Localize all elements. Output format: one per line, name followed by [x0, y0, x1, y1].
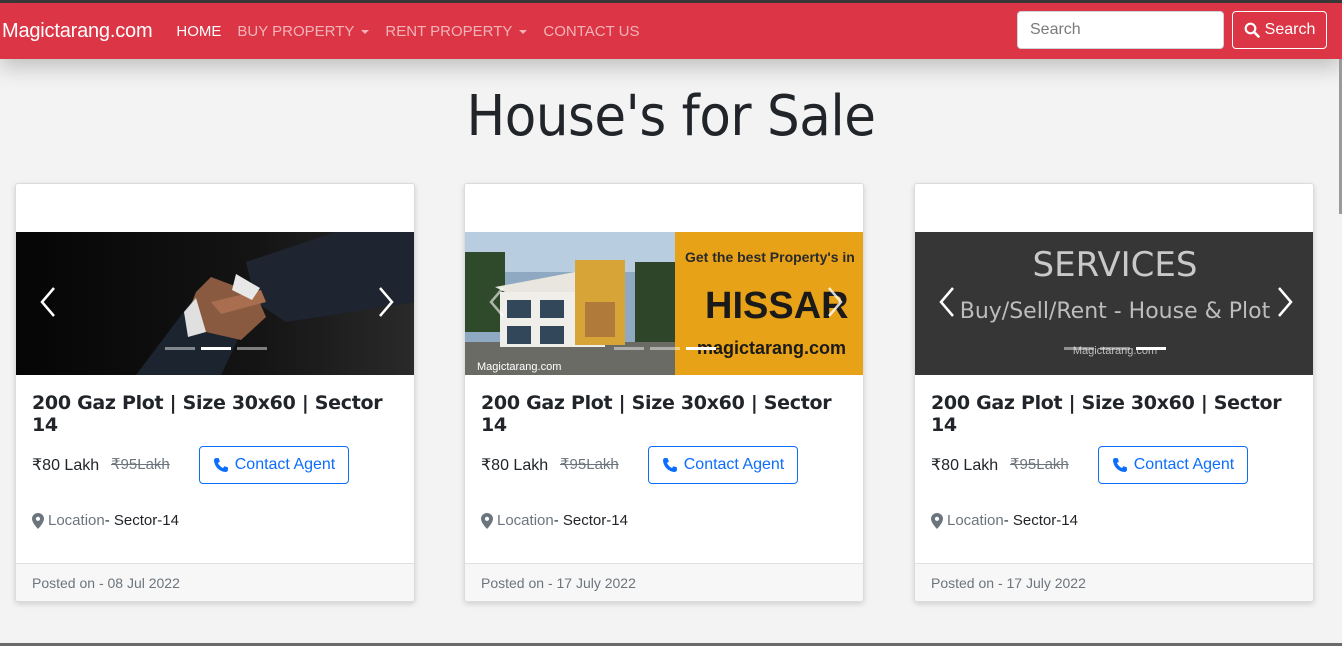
- navbar: Magictarang.com HOME BUY PROPERTY RENT P…: [0, 3, 1342, 59]
- location-label: Location: [48, 512, 105, 529]
- price: ₹80 Lakh: [481, 457, 549, 474]
- posted-date: Posted on - 08 Jul 2022: [16, 563, 414, 601]
- property-card: 200 Gaz Plot | Size 30x60 | Sector 14 ₹8…: [15, 183, 415, 602]
- property-card: SERVICES Buy/Sell/Rent - House & Plot Ma…: [914, 183, 1314, 602]
- carousel-indicators: [915, 347, 1313, 350]
- handshake-image: [16, 232, 414, 375]
- services-banner-image: SERVICES Buy/Sell/Rent - House & Plot Ma…: [915, 232, 1313, 375]
- nav-buy-property[interactable]: BUY PROPERTY: [237, 22, 370, 40]
- carousel-indicator[interactable]: [237, 347, 267, 350]
- price: ₹80 Lakh: [931, 457, 999, 474]
- caret-down-icon: [519, 29, 528, 34]
- property-title[interactable]: 200 Gaz Plot | Size 30x60 | Sector 14: [931, 392, 1313, 436]
- property-title[interactable]: 200 Gaz Plot | Size 30x60 | Sector 14: [481, 392, 863, 436]
- carousel-indicators: [465, 347, 863, 350]
- nav-rent-property[interactable]: RENT PROPERTY: [385, 22, 528, 40]
- search-icon: [1244, 22, 1260, 38]
- search-input[interactable]: [1017, 11, 1224, 49]
- phone-icon: [662, 458, 677, 472]
- slide-text: Get the best Property's in: [685, 249, 855, 265]
- map-marker-icon: [481, 512, 493, 529]
- posted-date: Posted on - 17 July 2022: [915, 563, 1313, 601]
- contact-agent-label: Contact Agent: [683, 456, 785, 473]
- carousel-indicators: [16, 347, 414, 350]
- brand-logo[interactable]: Magictarang.com: [2, 20, 153, 43]
- carousel-prev-icon[interactable]: [485, 282, 509, 322]
- carousel-next-icon[interactable]: [823, 282, 847, 322]
- phone-icon: [1112, 458, 1127, 472]
- property-title[interactable]: 200 Gaz Plot | Size 30x60 | Sector 14: [32, 392, 414, 436]
- search-button[interactable]: Search: [1232, 11, 1327, 49]
- property-card: Get the best Property's in HISSAR magict…: [464, 183, 864, 602]
- contact-agent-label: Contact Agent: [234, 456, 336, 473]
- carousel-indicator[interactable]: [165, 347, 195, 350]
- location-value: - Sector-14: [104, 512, 179, 529]
- slide-text: Buy/Sell/Rent - House & Plot: [960, 299, 1271, 324]
- location-label: Location: [947, 512, 1004, 529]
- carousel-next-icon[interactable]: [374, 282, 398, 322]
- contact-agent-label: Contact Agent: [1133, 456, 1235, 473]
- location-label: Location: [497, 512, 554, 529]
- carousel-next-icon[interactable]: [1273, 282, 1297, 322]
- price: ₹80 Lakh: [32, 457, 100, 474]
- contact-agent-button[interactable]: Contact Agent: [648, 446, 798, 484]
- nav-rent-property-label: RENT PROPERTY: [385, 22, 513, 40]
- location: Location - Sector-14: [32, 512, 179, 529]
- nav-buy-property-label: BUY PROPERTY: [237, 22, 355, 40]
- slide-watermark: Magictarang.com: [477, 361, 561, 373]
- posted-date: Posted on - 17 July 2022: [465, 563, 863, 601]
- contact-agent-button[interactable]: Contact Agent: [1098, 446, 1248, 484]
- image-carousel[interactable]: Get the best Property's in HISSAR magict…: [465, 232, 863, 375]
- page-title: House's for Sale: [466, 84, 876, 149]
- old-price: ₹95Lakh: [1010, 456, 1069, 473]
- map-marker-icon: [931, 512, 943, 529]
- carousel-indicator[interactable]: [650, 347, 680, 350]
- carousel-indicator[interactable]: [1064, 347, 1094, 350]
- carousel-indicator[interactable]: [201, 347, 231, 350]
- carousel-prev-icon[interactable]: [935, 282, 959, 322]
- nav-home[interactable]: HOME: [176, 23, 221, 40]
- phone-icon: [213, 458, 228, 472]
- image-carousel[interactable]: SERVICES Buy/Sell/Rent - House & Plot Ma…: [915, 232, 1313, 375]
- house-banner-image: Get the best Property's in HISSAR magict…: [465, 232, 863, 375]
- location-value: - Sector-14: [553, 512, 628, 529]
- carousel-prev-icon[interactable]: [36, 282, 60, 322]
- location-value: - Sector-14: [1003, 512, 1078, 529]
- contact-agent-button[interactable]: Contact Agent: [199, 446, 349, 484]
- map-marker-icon: [32, 512, 44, 529]
- carousel-indicator[interactable]: [686, 347, 716, 350]
- location: Location - Sector-14: [481, 512, 628, 529]
- location: Location - Sector-14: [931, 512, 1078, 529]
- search-button-label: Search: [1264, 21, 1316, 38]
- carousel-indicator[interactable]: [1136, 347, 1166, 350]
- slide-text: SERVICES: [1033, 245, 1198, 285]
- image-carousel[interactable]: [16, 232, 414, 375]
- carousel-indicator[interactable]: [614, 347, 644, 350]
- carousel-indicator[interactable]: [1100, 347, 1130, 350]
- old-price: ₹95Lakh: [560, 456, 619, 473]
- caret-down-icon: [361, 29, 370, 34]
- old-price: ₹95Lakh: [111, 456, 170, 473]
- nav-contact-us[interactable]: CONTACT US: [543, 23, 639, 40]
